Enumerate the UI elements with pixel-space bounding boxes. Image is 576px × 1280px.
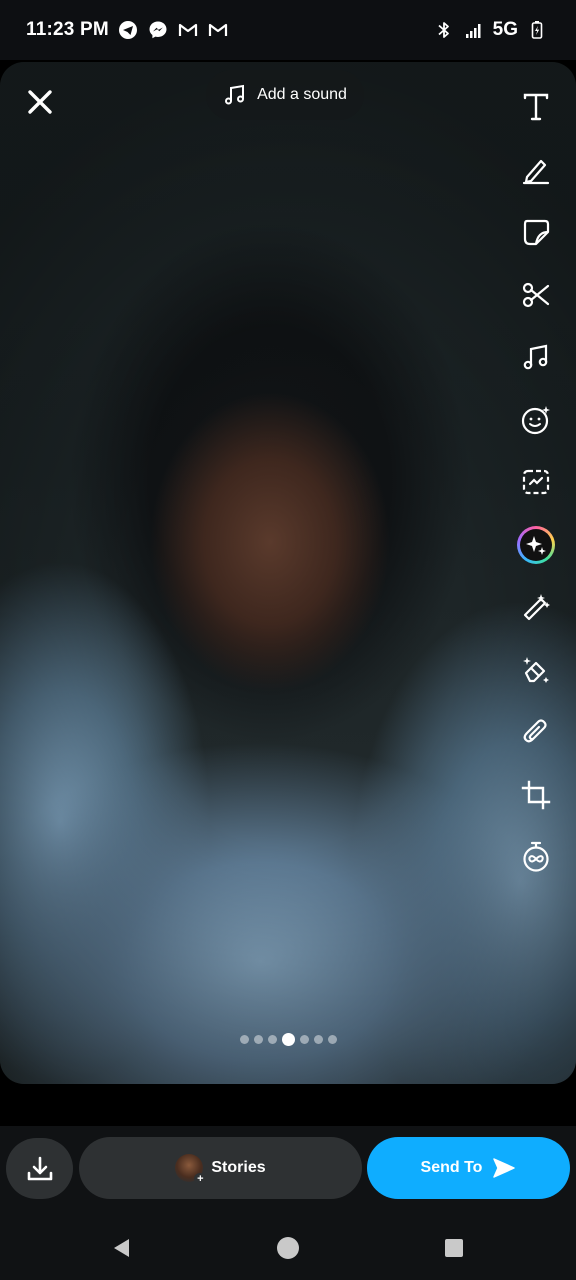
- text-icon: [523, 94, 549, 121]
- attach-tool[interactable]: [510, 701, 562, 764]
- stories-button[interactable]: + Stories: [79, 1137, 362, 1199]
- messenger-icon: [147, 19, 169, 41]
- home-icon: [277, 1237, 299, 1259]
- scan-tool[interactable]: [510, 451, 562, 514]
- signal-icon: [463, 19, 485, 41]
- send-arrow-icon: [493, 1158, 516, 1178]
- scissors-icon: [522, 282, 550, 307]
- ai-sparkle-icon: [520, 528, 552, 561]
- page-dot: [328, 1034, 337, 1044]
- magic-wand-icon: [523, 594, 550, 621]
- timer-tool[interactable]: [510, 826, 562, 889]
- status-bar: 11:23 PM 5G: [0, 0, 576, 60]
- music-icon: [523, 344, 548, 370]
- screen: 11:23 PM 5G Add a sound + Stories Send T…: [0, 0, 576, 1280]
- page-dot: [300, 1034, 309, 1044]
- status-left: 11:23 PM: [26, 19, 229, 41]
- paperclip-icon: [523, 719, 547, 743]
- pencil-icon: [522, 159, 550, 184]
- magic-tool[interactable]: [510, 576, 562, 639]
- eraser-tool[interactable]: [510, 639, 562, 702]
- photo-vignette: [0, 62, 576, 1084]
- network-type: 5G: [492, 19, 518, 40]
- send-to-label: Send To: [420, 1159, 483, 1176]
- sticker-tool[interactable]: [510, 201, 562, 264]
- page-dot: [240, 1034, 249, 1044]
- music-tool[interactable]: [510, 326, 562, 389]
- timer-infinity-icon: [523, 842, 549, 872]
- save-button[interactable]: [6, 1138, 73, 1199]
- page-dot: [268, 1034, 277, 1044]
- action-bar: + Stories Send To: [0, 1126, 576, 1216]
- nav-bar: [0, 1216, 576, 1280]
- lens-tool[interactable]: [510, 389, 562, 452]
- battery-charging-icon: [526, 19, 548, 41]
- close-icon: [28, 90, 52, 114]
- ai-ring: [517, 525, 555, 564]
- stories-label: Stories: [211, 1159, 266, 1176]
- text-tool[interactable]: [510, 76, 562, 139]
- status-time: 11:23 PM: [26, 19, 109, 40]
- sticker-icon: [523, 220, 550, 246]
- music-note-icon: [225, 84, 245, 105]
- recents-icon: [445, 1239, 463, 1257]
- snap-photo[interactable]: [0, 62, 576, 1084]
- crop-icon: [521, 780, 551, 809]
- avatar: +: [175, 1154, 207, 1185]
- draw-tool[interactable]: [510, 139, 562, 202]
- scissors-tool[interactable]: [510, 264, 562, 327]
- add-sound-label: Add a sound: [257, 86, 347, 103]
- lens-icon: [521, 405, 550, 434]
- home-button[interactable]: [274, 1234, 302, 1262]
- scan-icon: [522, 470, 550, 495]
- page-dot: [314, 1034, 323, 1044]
- page-indicator: [240, 1032, 337, 1046]
- page-dot: [254, 1034, 263, 1044]
- download-icon: [27, 1156, 52, 1180]
- status-right: 5G: [433, 19, 548, 41]
- gmail-icon: [177, 19, 199, 41]
- ai-tool[interactable]: [510, 514, 562, 577]
- edit-toolbar: [510, 76, 562, 889]
- gmail-icon: [207, 19, 229, 41]
- crop-tool[interactable]: [510, 764, 562, 827]
- magic-eraser-icon: [523, 656, 549, 683]
- close-button[interactable]: [20, 82, 60, 122]
- recents-button[interactable]: [440, 1234, 468, 1262]
- page-dot-active: [282, 1032, 295, 1046]
- telegram-icon: [117, 19, 139, 41]
- bluetooth-icon: [433, 19, 455, 41]
- add-sound-button[interactable]: Add a sound: [206, 70, 364, 120]
- plus-icon: +: [194, 1173, 207, 1185]
- send-to-button[interactable]: Send To: [367, 1137, 570, 1199]
- back-icon: [114, 1239, 129, 1257]
- back-button[interactable]: [108, 1234, 136, 1262]
